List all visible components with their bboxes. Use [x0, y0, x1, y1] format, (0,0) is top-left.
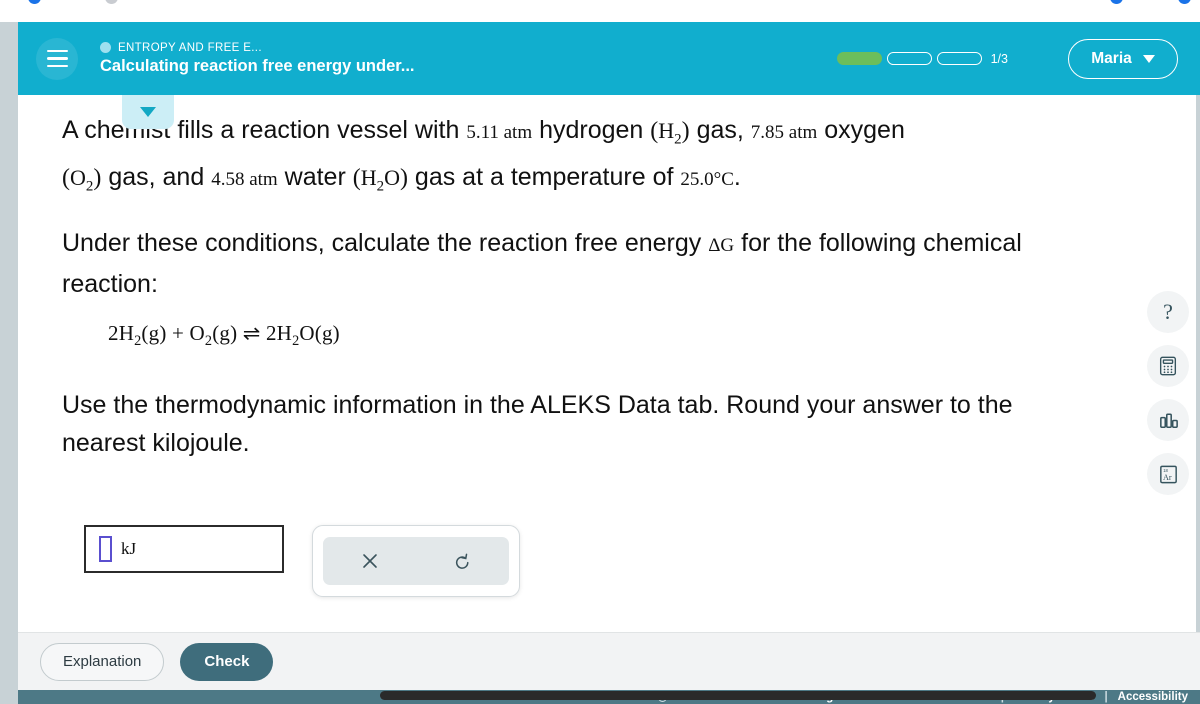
data-chart-button[interactable]: [1147, 399, 1189, 441]
footer-separator: |: [1104, 691, 1108, 703]
rail-divider: [1196, 95, 1200, 632]
calculator-icon: [1159, 356, 1177, 376]
delta-g-symbol: ΔG: [708, 234, 735, 256]
calculator-button[interactable]: [1147, 345, 1189, 387]
header-titles: ENTROPY AND FREE E... Calculating reacti…: [100, 42, 415, 76]
progress-segment-3: [936, 52, 982, 65]
q1-unit-3: atm: [249, 169, 278, 191]
browser-icon-fragment: [28, 0, 41, 4]
paren-close-1: ): [681, 118, 690, 144]
formula-h2: H2: [658, 118, 682, 148]
browser-icon-fragment: [1110, 0, 1123, 4]
formula-h2o: H2O: [360, 165, 400, 195]
browser-icon-fragment: [105, 0, 118, 4]
paren-close-3: ): [399, 165, 408, 192]
question-mark-icon: ?: [1163, 299, 1173, 324]
hamburger-menu-icon[interactable]: [36, 37, 78, 80]
collapse-panel-tab[interactable]: [122, 95, 174, 129]
q1-text-3: gas,: [689, 116, 751, 144]
formula-o2: O2: [70, 165, 94, 195]
answer-tools-panel: [312, 525, 520, 597]
paren-open-3: (: [352, 165, 361, 192]
app-header: ENTROPY AND FREE E... Calculating reacti…: [18, 22, 1200, 95]
progress-segment-2: [886, 52, 932, 65]
eq-reactant-2: O2(g): [189, 320, 238, 349]
accessibility-link[interactable]: Accessibility: [1118, 691, 1188, 703]
answer-row: kJ: [84, 525, 520, 597]
q1-text-6: water: [277, 163, 353, 192]
tools-right-rail: ? 18 Ar: [1136, 95, 1200, 632]
eq-reactant-1: 2H2(g): [108, 320, 167, 349]
q1-unit-2: atm: [788, 122, 818, 143]
question-content-area: A chemist fills a reaction vessel with 5…: [18, 95, 1200, 632]
q1-text-7: gas at a temperature of: [407, 163, 681, 192]
bar-chart-icon: [1159, 413, 1178, 428]
browser-chrome-strip: [0, 0, 1200, 22]
periodic-table-button[interactable]: 18 Ar: [1147, 453, 1189, 495]
chevron-down-icon: [140, 107, 156, 117]
q1-value-hydrogen: 5.11: [466, 122, 499, 143]
svg-text:Ar: Ar: [1162, 472, 1171, 481]
question-body: A chemist fills a reaction vessel with 5…: [62, 111, 1072, 480]
q1-text-4: oxygen: [817, 116, 905, 144]
q1-text-5: gas, and: [101, 163, 212, 192]
q1-value-water: 4.58: [211, 169, 245, 191]
help-button[interactable]: ?: [1147, 291, 1189, 333]
explanation-button[interactable]: Explanation: [40, 642, 165, 681]
q1-temperature: 25.0°C: [680, 169, 734, 191]
undo-reset-icon: [455, 553, 469, 569]
answer-tools-group: [323, 537, 509, 585]
close-x-icon: [362, 554, 377, 568]
q1-text-2: hydrogen: [532, 116, 651, 144]
periodic-table-icon: 18 Ar: [1159, 465, 1177, 483]
action-bar: Explanation Check: [18, 632, 1200, 690]
chemical-equation: 2H2(g) + O2(g) ⇌ 2H2O(g): [108, 321, 1072, 350]
page-gutter: [0, 22, 18, 704]
answer-caret-placeholder: [99, 536, 112, 562]
user-name-label: Maria: [1091, 49, 1132, 67]
q1-text-8: .: [733, 163, 741, 192]
horizontal-scrollbar-thumb[interactable]: [380, 691, 1096, 700]
topic-title: Calculating reaction free energy under..…: [100, 56, 415, 75]
course-status-dot-icon: [100, 42, 111, 53]
course-label: ENTROPY AND FREE E...: [118, 41, 262, 54]
progress-segment-1: [836, 52, 882, 65]
answer-input[interactable]: kJ: [84, 525, 284, 573]
paren-open-2: (: [62, 165, 70, 192]
progress-count: 1/3: [990, 51, 1008, 66]
course-row: ENTROPY AND FREE E...: [100, 42, 415, 54]
question-paragraph-1: A chemist fills a reaction vessel with 5…: [62, 111, 1072, 206]
browser-icon-fragment: [1178, 0, 1191, 4]
answer-unit-label: kJ: [121, 539, 137, 558]
page-footer: c 2023 McGraw Hill LLC. All Rights Reser…: [18, 690, 1200, 704]
q2-text-a: Under these conditions, calculate the re…: [62, 228, 709, 257]
eq-equilibrium-arrow-icon: ⇌: [237, 320, 266, 345]
undo-answer-button[interactable]: [416, 537, 509, 585]
progress-indicator: 1/3: [836, 51, 1008, 66]
question-paragraph-3: Use the thermodynamic information in the…: [62, 390, 1013, 457]
question-paragraph-2: Under these conditions, calculate the re…: [62, 224, 1072, 303]
eq-product-1: 2H2O(g): [265, 320, 340, 349]
clear-answer-button[interactable]: [323, 537, 416, 585]
q1-value-oxygen: 7.85: [750, 122, 785, 143]
eq-plus: +: [166, 320, 190, 345]
progress-bar: [836, 52, 982, 65]
aleks-app-window: ENTROPY AND FREE E... Calculating reacti…: [18, 22, 1200, 704]
chevron-down-icon: [1142, 54, 1155, 63]
user-menu-button[interactable]: Maria: [1068, 38, 1178, 79]
check-button[interactable]: Check: [180, 642, 274, 681]
q1-unit-1: atm: [503, 122, 533, 143]
